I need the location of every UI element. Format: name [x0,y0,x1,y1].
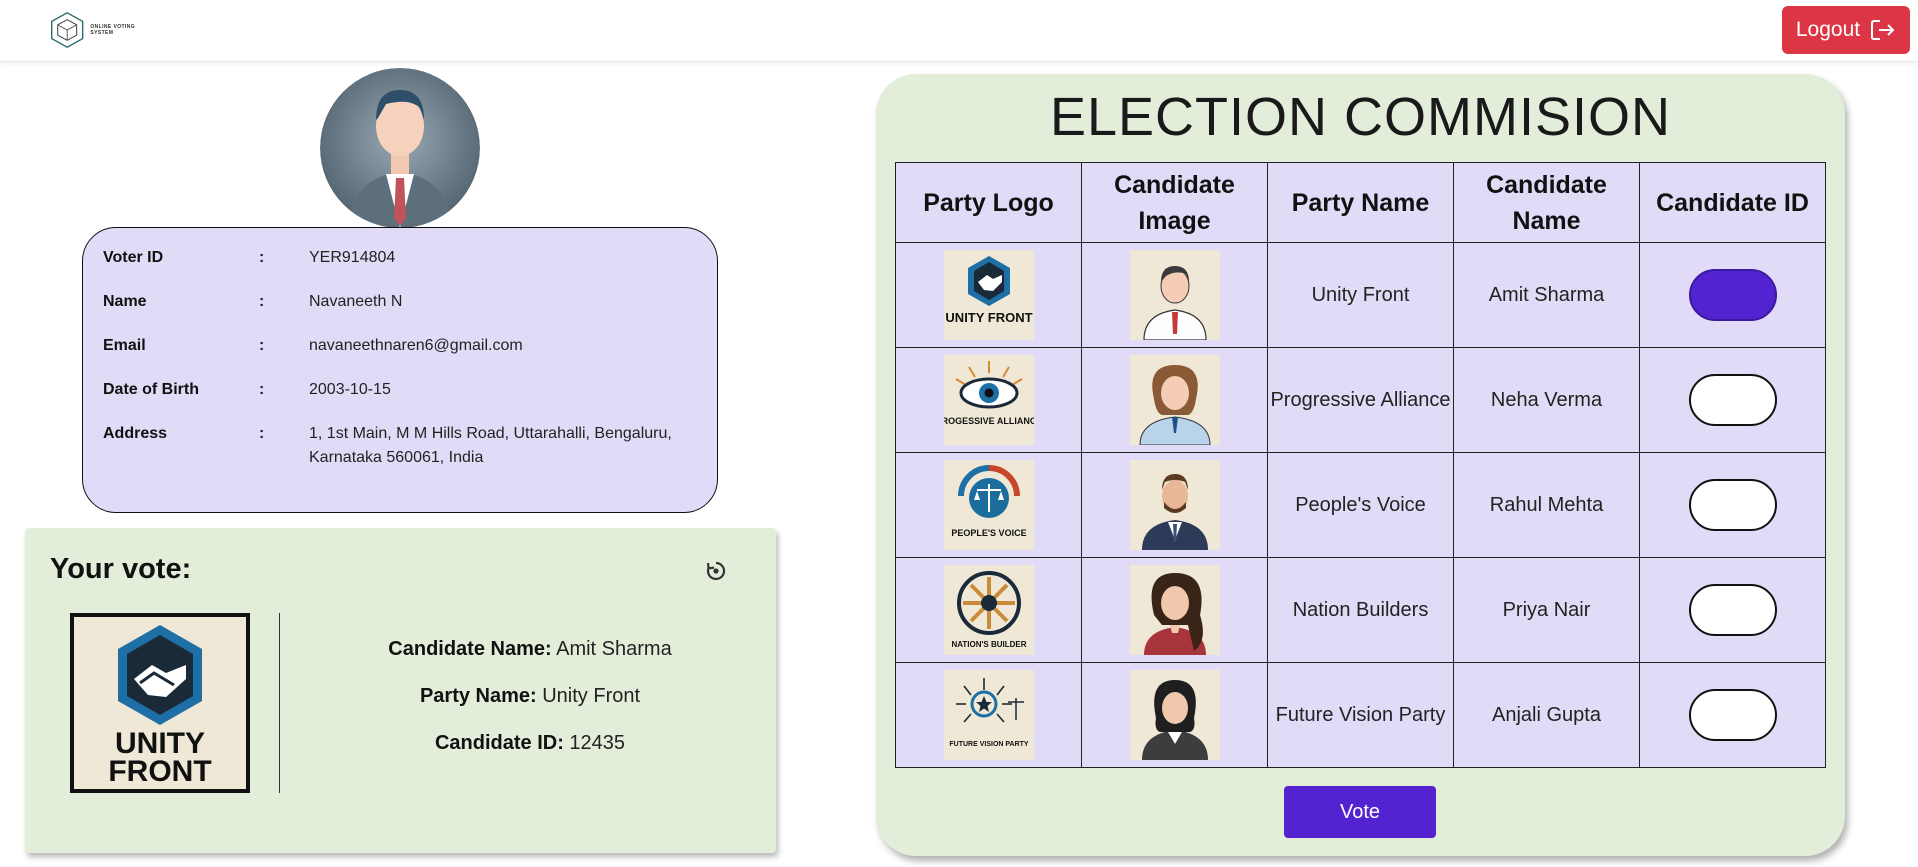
candidate-photo [1129,355,1220,445]
address-label: Address [103,425,168,442]
header-candidate-name: Candidate Name [1453,162,1640,243]
name-value: Navaneeth N [309,293,403,310]
svg-text:PEOPLE'S VOICE: PEOPLE'S VOICE [951,528,1026,538]
party-name-cell: People's Voice [1267,452,1454,558]
logo-word-2: FRONT [108,755,211,788]
party-name-cell: Unity Front [1267,242,1454,348]
field-separator: : [259,293,265,310]
logo-text: ONLINE VOTING SYSTEM [90,24,136,36]
candidate-name-cell: Anjali Gupta [1453,662,1640,768]
voted-party-logo: UNITY FRONT [70,613,250,793]
table-header-row: Party Logo Candidate Image Party Name Ca… [895,162,1826,243]
party-logo-image: PEOPLE'S VOICE [943,460,1034,550]
header-party-name: Party Name [1267,162,1454,243]
voter-id-value: YER914804 [309,249,396,266]
field-separator: : [259,337,265,354]
dob-value: 2003-10-15 [309,381,391,398]
user-avatar-icon [320,68,480,228]
election-panel: ELECTION COMMISION Party Logo Candidate … [876,74,1845,856]
header-candidate-id: Candidate ID [1639,162,1826,243]
candidate-name-line: Candidate Name: Amit Sharma [280,638,780,661]
your-vote-title: Your vote: [50,553,192,585]
address-row: Address : 1, 1st Main, M M Hills Road, U… [103,422,717,470]
party-name-cell: Future Vision Party [1267,662,1454,768]
candidate-photo [1129,565,1220,655]
voter-id-label: Voter ID [103,249,164,266]
name-row: Name : Navaneeth N [103,290,717,314]
candidate-select-radio[interactable] [1688,374,1777,426]
logout-label: Logout [1795,18,1861,41]
your-vote-card: Your vote: UNITY FRONT Candidate Name: A… [25,528,776,853]
candidate-photo [1129,670,1220,760]
table-row: PEOPLE'S VOICE People's Voice Rahul Meht… [895,452,1826,558]
ballot-box-icon [51,12,84,48]
field-separator: : [259,425,265,442]
candidate-select-radio[interactable] [1688,479,1777,531]
field-separator: : [259,381,265,398]
voter-id-row: Voter ID : YER914804 [103,246,717,270]
vote-button[interactable]: Vote [1284,786,1436,838]
candidate-id-value: 12435 [569,732,626,754]
candidate-photo [1129,250,1220,340]
candidate-id-line: Candidate ID: 12435 [280,732,780,755]
svg-text:UNITY FRONT: UNITY FRONT [945,310,1032,325]
party-logo-image: FUTURE VISION PARTY [943,670,1034,760]
refresh-icon[interactable] [705,560,727,582]
name-label: Name [103,293,147,310]
party-logo-image: UNITY FRONT [943,250,1034,340]
svg-text:NATION'S BUILDER: NATION'S BUILDER [951,640,1026,649]
header-candidate-image: Candidate Image [1081,162,1268,243]
candidate-select-radio[interactable] [1688,689,1777,741]
svg-text:FUTURE VISION PARTY: FUTURE VISION PARTY [949,741,1029,748]
party-name-cell: Nation Builders [1267,557,1454,663]
candidate-name-cell: Priya Nair [1453,557,1640,663]
field-separator: : [259,249,265,266]
logout-icon [1871,20,1895,40]
svg-text:PROGESSIVE ALLIANCE: PROGESSIVE ALLIANCE [944,416,1034,426]
candidate-id-label: Candidate ID: [434,732,564,754]
party-logo-image: PROGESSIVE ALLIANCE [943,355,1034,445]
dob-label: Date of Birth [103,381,199,398]
party-logo-image: NATION'S BUILDER [943,565,1034,655]
top-bar: ONLINE VOTING SYSTEM Logout [0,0,1918,62]
candidate-name-label: Candidate Name: [388,638,552,660]
party-name-label: Party Name: [419,685,537,707]
email-row: Email : navaneethnaren6@gmail.com [103,334,717,358]
election-title: ELECTION COMMISION [1049,87,1672,147]
candidate-name-cell: Rahul Mehta [1453,452,1640,558]
vote-summary: Candidate Name: Amit Sharma Party Name: … [280,638,780,779]
candidates-table: Party Logo Candidate Image Party Name Ca… [895,162,1826,768]
email-label: Email [103,337,146,354]
app-logo[interactable]: ONLINE VOTING SYSTEM [50,8,150,52]
candidate-select-radio[interactable] [1688,584,1777,636]
email-value: navaneethnaren6@gmail.com [309,337,523,354]
logout-button[interactable]: Logout [1782,6,1910,54]
table-row: UNITY FRONT Unity Front Amit Sharma [895,242,1826,348]
candidate-name-cell: Amit Sharma [1453,242,1640,348]
address-value: 1, 1st Main, M M Hills Road, Uttarahalli… [309,425,672,466]
party-name-cell: Progressive Alliance [1267,347,1454,453]
table-row: FUTURE VISION PARTY Future Vision Party … [895,662,1826,768]
dob-row: Date of Birth : 2003-10-15 [103,378,717,402]
party-name-value: Unity Front [542,685,641,707]
table-row: NATION'S BUILDER Nation Builders Priya N… [895,557,1826,663]
candidate-name-value: Amit Sharma [556,638,672,660]
handshake-logo-icon: UNITY FRONT [108,625,212,788]
voter-details-card: Voter ID : YER914804 Name : Navaneeth N … [82,227,718,513]
table-row: PROGESSIVE ALLIANCE Progressive Alliance… [895,347,1826,453]
voter-avatar [320,68,480,228]
header-party-logo: Party Logo [895,162,1082,243]
candidate-select-radio[interactable] [1688,269,1777,321]
candidate-photo [1129,460,1220,550]
party-name-line: Party Name: Unity Front [280,685,780,708]
candidate-name-cell: Neha Verma [1453,347,1640,453]
